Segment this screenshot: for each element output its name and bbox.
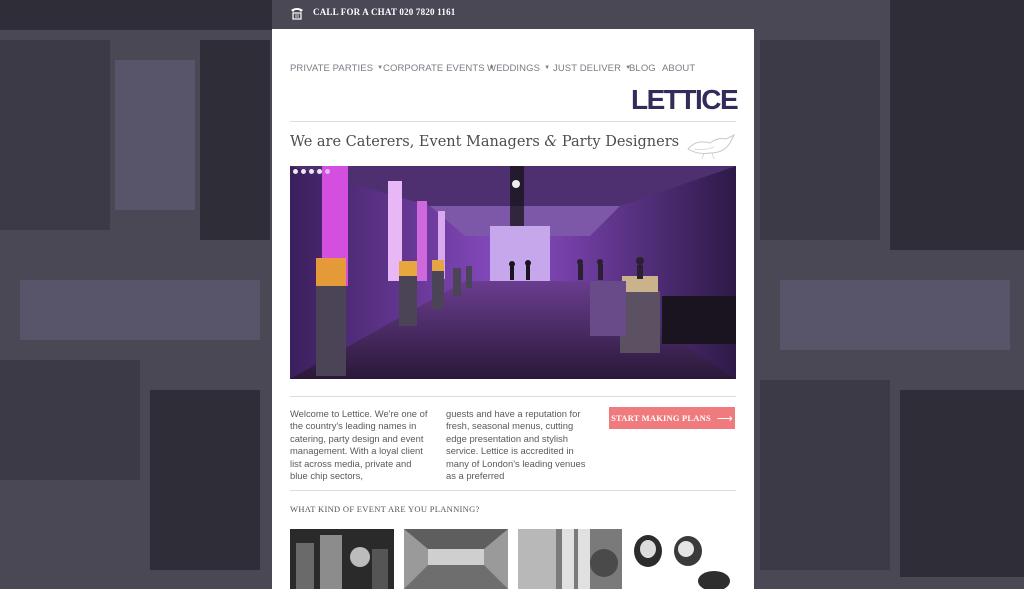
intro-text-column-2: guests and have a reputation for fresh, …	[446, 408, 586, 482]
nav-item-blog[interactable]: BLOG	[629, 63, 656, 74]
page-tagline: We are Caterers, Event Managers & Party …	[290, 134, 679, 150]
slider-dot[interactable]	[293, 169, 298, 174]
top-bar: CALL FOR A CHAT 020 7820 1161	[0, 0, 1024, 26]
nav-item-label: CORPORATE EVENTS	[383, 63, 485, 74]
tagline-prefix: We are Caterers, Event Managers	[290, 134, 545, 150]
slideshow-image	[290, 166, 736, 379]
bird-sketch-icon	[684, 131, 738, 161]
nav-item-weddings[interactable]: WEDDINGS ▼	[487, 63, 550, 74]
nav-item-about[interactable]: ABOUT	[662, 63, 695, 74]
slider-dot[interactable]	[301, 169, 306, 174]
call-text[interactable]: CALL FOR A CHAT 020 7820 1161	[313, 7, 456, 17]
slider-dot-active[interactable]	[325, 169, 330, 174]
divider	[290, 490, 736, 491]
nav-item-label: ABOUT	[662, 63, 696, 74]
slider-dot[interactable]	[317, 169, 322, 174]
divider	[290, 121, 736, 122]
tagline-suffix: Party Designers	[557, 134, 680, 150]
slider-dot[interactable]	[309, 169, 314, 174]
deliver-thumbnail[interactable]	[630, 529, 734, 589]
event-question-heading: WHAT KIND OF EVENT ARE YOU PLANNING?	[290, 504, 480, 514]
start-making-plans-button[interactable]: START MAKING PLANS ⟶	[609, 407, 735, 429]
caret-down-icon: ▼	[544, 65, 551, 71]
arrow-right-icon: ⟶	[716, 412, 733, 425]
main-content-panel: PRIVATE PARTIES ▼ CORPORATE EVENTS ▼ WEDDI…	[272, 29, 754, 589]
intro-text-column-1: Welcome to Lettice. We're one of the cou…	[290, 408, 428, 482]
nav-item-label: BLOG	[629, 63, 656, 74]
nav-item-label: WEDDINGS	[487, 63, 541, 74]
nav-item-label: PRIVATE PARTIES	[290, 63, 374, 74]
nav-item-corporate-events[interactable]: CORPORATE EVENTS ▼	[383, 63, 495, 74]
site-logo[interactable]: LETTICE	[631, 86, 739, 114]
wedding-thumbnail[interactable]	[518, 529, 622, 589]
hero-slideshow[interactable]	[290, 166, 736, 379]
phone-icon	[289, 6, 305, 20]
nav-item-just-deliver[interactable]: JUST DELIVER ▼	[553, 63, 631, 74]
party-thumbnail[interactable]	[290, 529, 394, 589]
slider-dots	[293, 169, 330, 174]
corporate-thumbnail[interactable]	[404, 529, 508, 589]
nav-item-private-parties[interactable]: PRIVATE PARTIES ▼	[290, 63, 383, 74]
tagline-ampersand: &	[544, 134, 558, 150]
nav-item-label: JUST DELIVER	[553, 63, 622, 74]
cta-label: START MAKING PLANS	[611, 413, 711, 423]
divider	[290, 396, 736, 397]
